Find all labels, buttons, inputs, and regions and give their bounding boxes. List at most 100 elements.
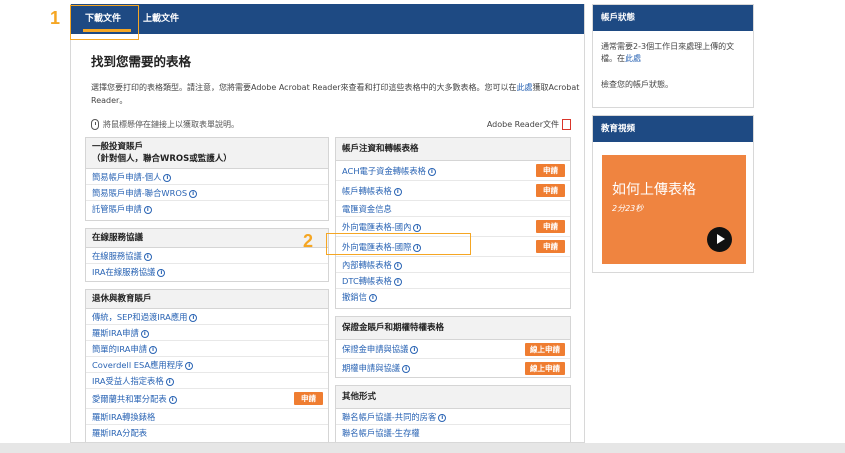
form-link[interactable]: 簡易帳戶申請-個人 [92, 172, 161, 182]
form-link[interactable]: 電匯資金信息 [342, 204, 392, 214]
info-icon[interactable]: i [143, 253, 152, 261]
form-link[interactable]: DTC轉帳表格 [342, 276, 392, 286]
form-link[interactable]: 期權申請與協議 [342, 363, 400, 373]
form-link[interactable]: IRA受益人指定表格 [92, 376, 164, 386]
form-row: DTC轉帳表格 i [336, 273, 570, 289]
form-row: 託管賬戶申請 i [86, 201, 328, 217]
forms-panel: 下載文件 上載文件 找到您需要的表格 選擇您要打印的表格類型。請注意，您將需要A… [70, 4, 585, 443]
form-link[interactable]: 在線服務協議 [92, 251, 142, 261]
form-link[interactable]: 簡易賬戶申請-聯合WROS [92, 188, 187, 198]
form-row: 期權申請與協議 i 線上申請 [336, 359, 570, 378]
form-row: 簡易賬戶申請-聯合WROS i [86, 185, 328, 201]
info-icon[interactable]: i [393, 188, 402, 196]
info-icon[interactable]: i [393, 278, 402, 286]
apply-button[interactable]: 申請 [536, 164, 565, 177]
tab-bar: 下載文件 上載文件 [71, 4, 584, 34]
section-header: 帳戶注資和轉帳表格 [336, 138, 570, 161]
online-apply-button[interactable]: 線上申請 [525, 343, 565, 356]
acrobat-reader-link[interactable]: 此處 [517, 83, 533, 92]
status-link[interactable]: 此處 [625, 54, 641, 63]
form-link[interactable]: 羅斯IRA分配表 [92, 428, 147, 438]
status-text-2: 檢查您的帳戶狀態。 [601, 80, 673, 89]
form-row: 羅斯IRA申請 i [86, 325, 328, 341]
section-subtitle: （針對個人，聯合WROS或監護人） [92, 154, 232, 164]
annotation-box-2 [326, 233, 471, 255]
form-link[interactable]: 帳戶轉帳表格 [342, 186, 392, 196]
form-link[interactable]: 簡單的IRA申請 [92, 344, 147, 354]
form-link[interactable]: 愛爾蘭共和軍分配表 [92, 394, 167, 404]
form-row: 羅斯IRA分配表 [86, 425, 328, 441]
form-link[interactable]: 聯名帳戶協議-生存權 [342, 428, 420, 438]
adobe-reader-doc-label: Adobe Reader文件 [486, 120, 559, 129]
education-video-panel: 教育視頻 如何上傳表格 2分23秒 [592, 115, 754, 273]
info-icon[interactable]: i [189, 314, 198, 322]
annotation-number-1: 1 [50, 8, 61, 28]
apply-button[interactable]: 申請 [536, 184, 565, 197]
form-link[interactable]: Coverdell ESA應用程序 [92, 360, 183, 370]
info-icon[interactable]: i [157, 269, 166, 277]
apply-button[interactable]: 申請 [294, 392, 323, 405]
info-icon[interactable]: i [140, 330, 149, 338]
form-row: 電匯資金信息 [336, 201, 570, 217]
adobe-reader-doc-link[interactable]: Adobe Reader文件PDF [487, 119, 571, 130]
section-header: 一般投資賬戶 （針對個人，聯合WROS或監護人） [86, 138, 328, 169]
info-icon[interactable]: i [165, 378, 174, 386]
apply-button[interactable]: 申請 [536, 240, 565, 253]
funding-transfer-section: 帳戶注資和轉帳表格 ACH電子資金轉帳表格 i 申請 帳戶轉帳表格 i 申請 電匯資金信… [335, 137, 571, 309]
info-icon[interactable]: i [410, 346, 419, 354]
info-icon[interactable]: i [427, 168, 436, 176]
hint-row: 將鼠標懸停在鏈接上以獲取表單說明。 Adobe Reader文件PDF [91, 119, 571, 133]
tab-upload[interactable]: 上載文件 [143, 11, 179, 24]
form-link[interactable]: 外向電匯表格-國內 [342, 222, 411, 232]
form-link[interactable]: 撤銷信 [342, 292, 367, 302]
online-apply-button[interactable]: 線上申請 [525, 362, 565, 375]
info-icon[interactable]: i [149, 346, 158, 354]
form-row: 內部轉帳表格 i [336, 257, 570, 273]
video-card[interactable]: 如何上傳表格 2分23秒 [602, 155, 746, 264]
intro-text: 選擇您要打印的表格類型。請注意，您將需要Adobe Acrobat Reader… [91, 81, 581, 107]
info-icon[interactable]: i [189, 190, 198, 198]
info-icon[interactable]: i [438, 414, 447, 422]
play-icon[interactable] [707, 227, 732, 252]
page-title: 找到您需要的表格 [91, 54, 192, 69]
form-row: 帳戶轉帳表格 i 申請 [336, 181, 570, 201]
info-icon[interactable]: i [143, 206, 152, 214]
info-icon[interactable]: i [393, 262, 402, 270]
intro-text-part1: 選擇您要打印的表格類型。請注意，您將需要Adobe Acrobat Reader… [91, 83, 517, 92]
video-title: 如何上傳表格 [612, 182, 696, 198]
form-link[interactable]: IRA在線服務協議 [92, 267, 155, 277]
section-title: 一般投資賬戶 [92, 142, 144, 152]
pdf-icon: PDF [562, 119, 571, 130]
form-link[interactable]: 保證金申請與協議 [342, 344, 408, 354]
info-icon[interactable]: i [163, 174, 172, 182]
education-video-title: 教育視頻 [593, 116, 753, 142]
form-link[interactable]: 傳統，SEP和過渡IRA應用 [92, 312, 187, 322]
general-accounts-section: 一般投資賬戶 （針對個人，聯合WROS或監護人） 簡易帳戶申請-個人 i 簡易賬戶… [85, 137, 329, 221]
form-row: IRA在線服務協議 i [86, 264, 328, 280]
form-row: 羅斯IRA轉換錶格 [86, 409, 328, 425]
form-link[interactable]: ACH電子資金轉帳表格 [342, 166, 426, 176]
account-status-body: 通常需要2-3個工作日來處理上傳的文檔。在此處 檢查您的帳戶狀態。 [593, 31, 753, 99]
form-row: 撤銷信 i [336, 289, 570, 305]
annotation-number-2: 2 [303, 231, 314, 251]
form-link[interactable]: 託管賬戶申請 [92, 204, 142, 214]
info-icon[interactable]: i [368, 294, 377, 302]
apply-button[interactable]: 申請 [536, 220, 565, 233]
online-service-section: 在線服務協議 在線服務協議 i IRA在線服務協議 i [85, 228, 329, 282]
info-icon[interactable]: i [185, 362, 194, 370]
form-row: 簡易帳戶申請-個人 i [86, 169, 328, 185]
form-row: Coverdell ESA應用程序 i [86, 357, 328, 373]
form-link[interactable]: 羅斯IRA轉換錶格 [92, 412, 155, 422]
form-row: 愛爾蘭共和軍分配表 i 申請 [86, 389, 328, 409]
form-link[interactable]: 內部轉帳表格 [342, 260, 392, 270]
form-link[interactable]: 聯名帳戶協議-共同的房客 [342, 412, 436, 422]
info-icon[interactable]: i [168, 396, 177, 404]
info-icon[interactable]: i [413, 224, 422, 232]
form-row: 傳統，SEP和過渡IRA應用 i [86, 309, 328, 325]
retirement-section: 退休與教育賬戶 傳統，SEP和過渡IRA應用 i 羅斯IRA申請 i 簡單的IRA申… [85, 289, 329, 442]
section-header: 保證金賬戶和期權特權表格 [336, 317, 570, 340]
form-link[interactable]: 羅斯IRA申請 [92, 328, 139, 338]
info-icon[interactable]: i [402, 365, 411, 373]
mouse-icon [91, 119, 99, 130]
form-row: IRA受益人指定表格 i [86, 373, 328, 389]
